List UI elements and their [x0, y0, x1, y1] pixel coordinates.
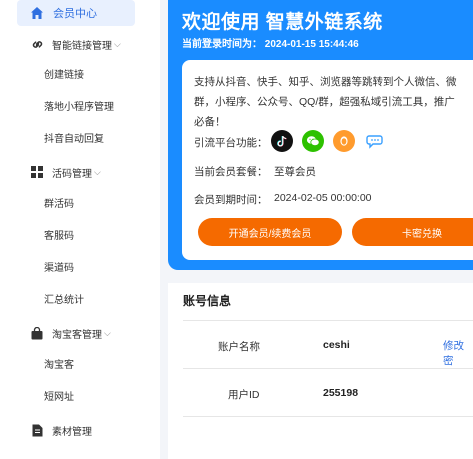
sidebar-item-material[interactable]: 素材管理 [30, 420, 92, 440]
sidebar-group-label: 活码管理 [52, 168, 92, 180]
sidebar-group-smart-link[interactable]: 智能链接管理 ⌵ [30, 34, 121, 54]
user-id-value: 255198 [323, 387, 359, 399]
intro-line: 必备！ [194, 116, 226, 128]
sidebar-group-label: 淘宝客管理 [52, 329, 102, 341]
intro-line: 支持从抖音、快手、知乎、浏览器等跳转到个人微信、微 [194, 76, 457, 88]
package-label: 当前会员套餐： [194, 166, 268, 178]
sidebar-item-mini-program[interactable]: 落地小程序管理 [44, 99, 114, 117]
grid-icon [30, 165, 44, 179]
sidebar-group-label: 智能链接管理 [52, 40, 112, 52]
sidebar: 会员中心 智能链接管理 ⌵ 创建链接 落地小程序管理 抖音自动回复 活码管理 ⌵… [0, 0, 160, 459]
sidebar-item-channel-code[interactable]: 渠道码 [44, 260, 74, 278]
intro-text: 支持从抖音、快手、知乎、浏览器等跳转到个人微信、微 群，小程序、公众号、QQ/群… [194, 72, 473, 132]
chevron-down-icon: ⌵ [104, 327, 111, 338]
page-title: 欢迎使用 智慧外链系统 [182, 12, 383, 33]
sidebar-group-live-code[interactable]: 活码管理 ⌵ [30, 162, 101, 182]
sidebar-item-taobaoke[interactable]: 淘宝客 [44, 357, 74, 375]
tiktok-icon[interactable] [271, 130, 293, 152]
shopping-bag-icon [30, 326, 44, 340]
platform-icons [271, 130, 386, 152]
expire-label: 会员到期时间： [194, 194, 268, 206]
sidebar-item-douyin-reply[interactable]: 抖音自动回复 [44, 131, 104, 149]
chevron-down-icon: ⌵ [114, 38, 121, 49]
sidebar-item-service-code[interactable]: 客服码 [44, 228, 74, 246]
document-icon [30, 423, 44, 437]
expire-value: 2024-02-05 00:00:00 [274, 192, 372, 204]
chat-bubble-icon[interactable] [364, 130, 386, 152]
sidebar-item-label: 会员中心 [53, 8, 97, 20]
platform-label: 引流平台功能： [194, 137, 268, 149]
account-panel [168, 283, 473, 459]
card-redeem-button[interactable]: 卡密兑换 [352, 218, 473, 246]
home-icon [29, 5, 45, 21]
account-name-value: ceshi [323, 339, 350, 351]
package-value: 至尊会员 [274, 166, 316, 178]
divider [183, 320, 473, 321]
open-membership-button[interactable]: 开通会员/续费会员 [198, 218, 342, 246]
qq-icon[interactable] [333, 130, 355, 152]
sidebar-group-taobao[interactable]: 淘宝客管理 ⌵ [30, 323, 111, 343]
account-name-label: 账户名称 [218, 341, 260, 353]
link-icon [30, 37, 44, 51]
change-password-link[interactable]: 修改密 [443, 338, 473, 368]
sidebar-item-summary[interactable]: 汇总统计 [44, 292, 84, 310]
user-id-label: 用户ID [228, 389, 260, 401]
wechat-icon[interactable] [302, 130, 324, 152]
sidebar-item-create-link[interactable]: 创建链接 [44, 67, 84, 85]
sidebar-item-label: 素材管理 [52, 426, 92, 438]
intro-line: 群，小程序、公众号、QQ/群，超强私域引流工具，推广 [194, 96, 455, 108]
chevron-down-icon: ⌵ [94, 166, 101, 177]
sidebar-item-member-center[interactable]: 会员中心 [17, 0, 135, 26]
account-title: 账号信息 [183, 294, 232, 308]
divider [183, 368, 473, 369]
sidebar-item-group-code[interactable]: 群活码 [44, 196, 74, 214]
login-time: 当前登录时间为： 2024-01-15 15:44:46 [182, 39, 359, 50]
divider [183, 416, 473, 417]
sidebar-item-short-url[interactable]: 短网址 [44, 389, 74, 407]
